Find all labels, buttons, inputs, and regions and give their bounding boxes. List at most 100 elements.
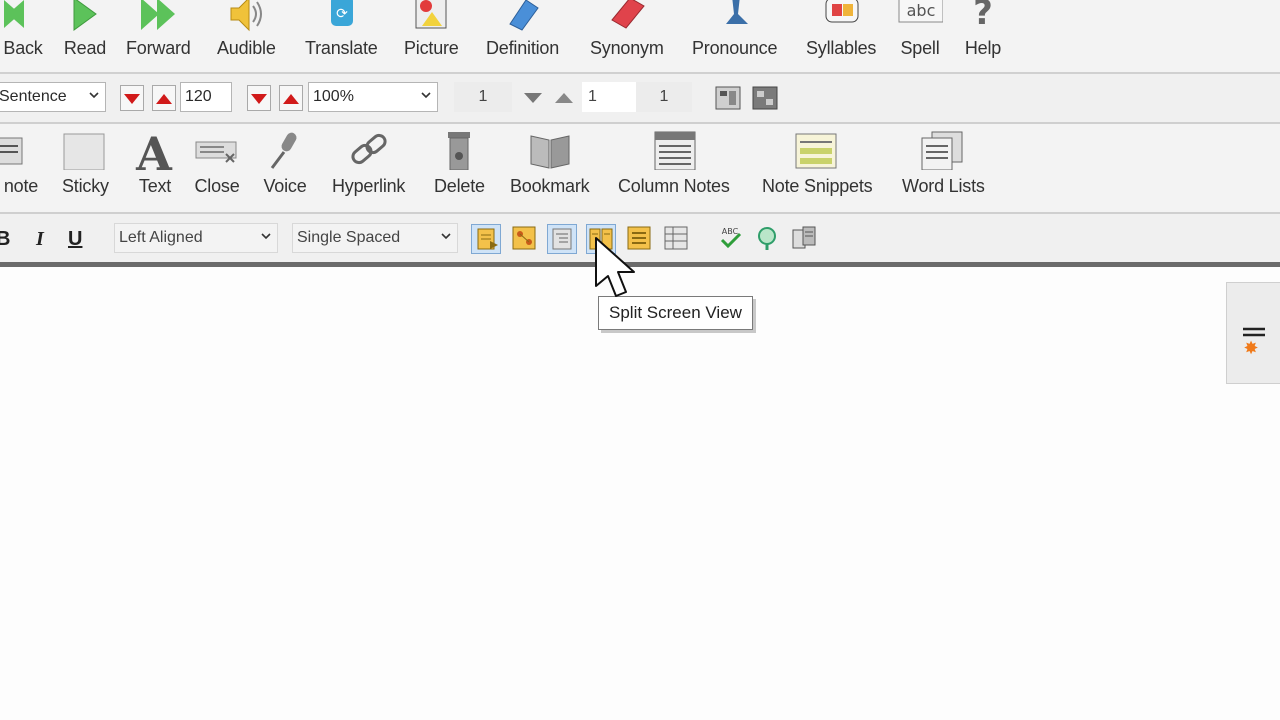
document-view-icon (477, 228, 498, 250)
notes-toolbar: note Sticky A Text Close Voice Hyperlink (0, 124, 1280, 214)
word-lists-icon (920, 130, 966, 171)
chevron-down-icon (261, 233, 271, 240)
main-toolbar: Back Read Forward Audible ⟳ Translate Pi… (0, 0, 1280, 74)
column-notes-button[interactable]: Column Notes (618, 130, 730, 197)
mouse-cursor-icon (595, 237, 635, 297)
delete-note-button[interactable]: Delete (434, 130, 485, 197)
bookmark-button[interactable]: Bookmark (510, 130, 590, 197)
svg-text:ABC: ABC (722, 227, 739, 236)
search-button[interactable] (753, 224, 783, 254)
zoom-select[interactable]: 100% (308, 82, 438, 112)
forward-button[interactable]: Forward (126, 0, 191, 59)
note-snippets-icon (794, 130, 840, 170)
hyperlink-button[interactable]: Hyperlink (332, 130, 405, 197)
pronounce-icon (712, 0, 758, 34)
red-up-arrow-icon (283, 94, 299, 104)
read-mode-select[interactable]: Sentence (0, 82, 106, 112)
read-mode-value: Sentence (0, 88, 67, 105)
alignment-select[interactable]: Left Aligned (114, 223, 278, 253)
svg-text:A: A (135, 130, 173, 170)
go-to-page-value: 1 (588, 88, 597, 105)
layout-button-2[interactable] (751, 84, 779, 117)
chevron-down-icon (441, 233, 451, 240)
sticky-note-button[interactable]: Sticky (62, 130, 109, 197)
open-book-icon (527, 130, 573, 170)
table-grid-icon (664, 226, 688, 250)
document-area[interactable] (0, 267, 1280, 720)
layout-button-1[interactable] (714, 84, 742, 117)
close-note-button[interactable]: Close (194, 130, 240, 197)
gray-down-arrow-icon (524, 93, 542, 103)
text-note-button[interactable]: A Text (132, 127, 178, 197)
spell-abc-icon: abc (897, 0, 944, 34)
forward-arrows-icon (135, 0, 181, 34)
line-spacing-select[interactable]: Single Spaced (292, 223, 458, 253)
back-arrows-icon (0, 0, 46, 34)
red-down-arrow-icon (124, 94, 140, 104)
svg-text:?: ? (973, 0, 993, 33)
chevron-down-icon (89, 92, 99, 99)
document-view-button[interactable] (471, 224, 501, 254)
export-button[interactable] (790, 224, 820, 254)
audible-button[interactable]: Audible (217, 0, 276, 59)
mind-map-view-button[interactable] (510, 224, 540, 254)
spell-check-button[interactable]: ABC (716, 224, 746, 254)
definition-button[interactable]: Definition (486, 0, 559, 59)
pronounce-button[interactable]: Pronounce (692, 0, 777, 59)
outline-view-button[interactable] (547, 224, 577, 254)
spell-check-icon: ABC (720, 227, 742, 249)
chain-link-icon (346, 130, 392, 170)
synonym-button[interactable]: Synonym (590, 0, 664, 59)
spell-button[interactable]: abc Spell (897, 0, 944, 59)
speaker-icon (223, 0, 269, 34)
microphone-icon (262, 130, 308, 170)
rate-decrease-button[interactable] (120, 85, 144, 111)
play-arrow-icon (62, 0, 108, 34)
note-snippets-button[interactable]: Note Snippets (762, 130, 873, 197)
definition-book-icon (500, 0, 546, 34)
table-view-button[interactable] (662, 224, 692, 254)
syllables-button[interactable]: Syllables (806, 0, 876, 59)
magnifier-icon (758, 227, 776, 250)
help-question-icon: ? (960, 0, 1006, 34)
alignment-value: Left Aligned (119, 229, 203, 246)
footnote-icon (0, 130, 44, 170)
translate-globe-icon: ⟳ (318, 0, 364, 34)
current-page-value: 1 (478, 88, 488, 105)
syllables-icon (818, 0, 864, 34)
bold-button[interactable]: B (0, 228, 10, 251)
grid-layout-icon (752, 86, 778, 110)
back-button[interactable]: Back (0, 0, 46, 59)
rate-value: 120 (185, 88, 212, 105)
translate-button[interactable]: ⟳ Translate (305, 0, 378, 59)
page-down-button[interactable] (522, 90, 544, 111)
total-pages-field: 1 (636, 82, 692, 112)
help-button[interactable]: ? Help (960, 0, 1006, 59)
side-panel-tab[interactable]: ✸ (1226, 282, 1280, 384)
export-document-icon (792, 226, 816, 249)
red-up-arrow-icon (156, 94, 172, 104)
synonym-book-icon (604, 0, 650, 34)
read-button[interactable]: Read (62, 0, 108, 59)
voice-note-button[interactable]: Voice (262, 130, 308, 197)
svg-text:⟳: ⟳ (336, 6, 348, 22)
picture-button[interactable]: Picture (404, 0, 459, 59)
sticky-note-icon (62, 130, 108, 171)
mind-map-icon (512, 226, 536, 250)
footnote-button[interactable]: note (0, 130, 44, 197)
svg-text:abc: abc (907, 1, 936, 20)
italic-button[interactable]: I (36, 228, 44, 251)
outline-view-icon (552, 228, 572, 250)
current-page-field[interactable]: 1 (454, 82, 512, 112)
page-up-button[interactable] (553, 90, 575, 111)
go-to-page-input[interactable]: 1 (582, 82, 638, 112)
word-lists-button[interactable]: Word Lists (902, 130, 985, 197)
chevron-down-icon (421, 92, 431, 99)
picture-icon (408, 0, 454, 34)
rate-input[interactable]: 120 (180, 82, 232, 112)
rate-increase-button[interactable] (152, 85, 176, 111)
underline-button[interactable]: U (68, 228, 82, 251)
svg-text:✸: ✸ (1243, 338, 1258, 359)
zoom-decrease-button[interactable] (247, 85, 271, 111)
zoom-increase-button[interactable] (279, 85, 303, 111)
